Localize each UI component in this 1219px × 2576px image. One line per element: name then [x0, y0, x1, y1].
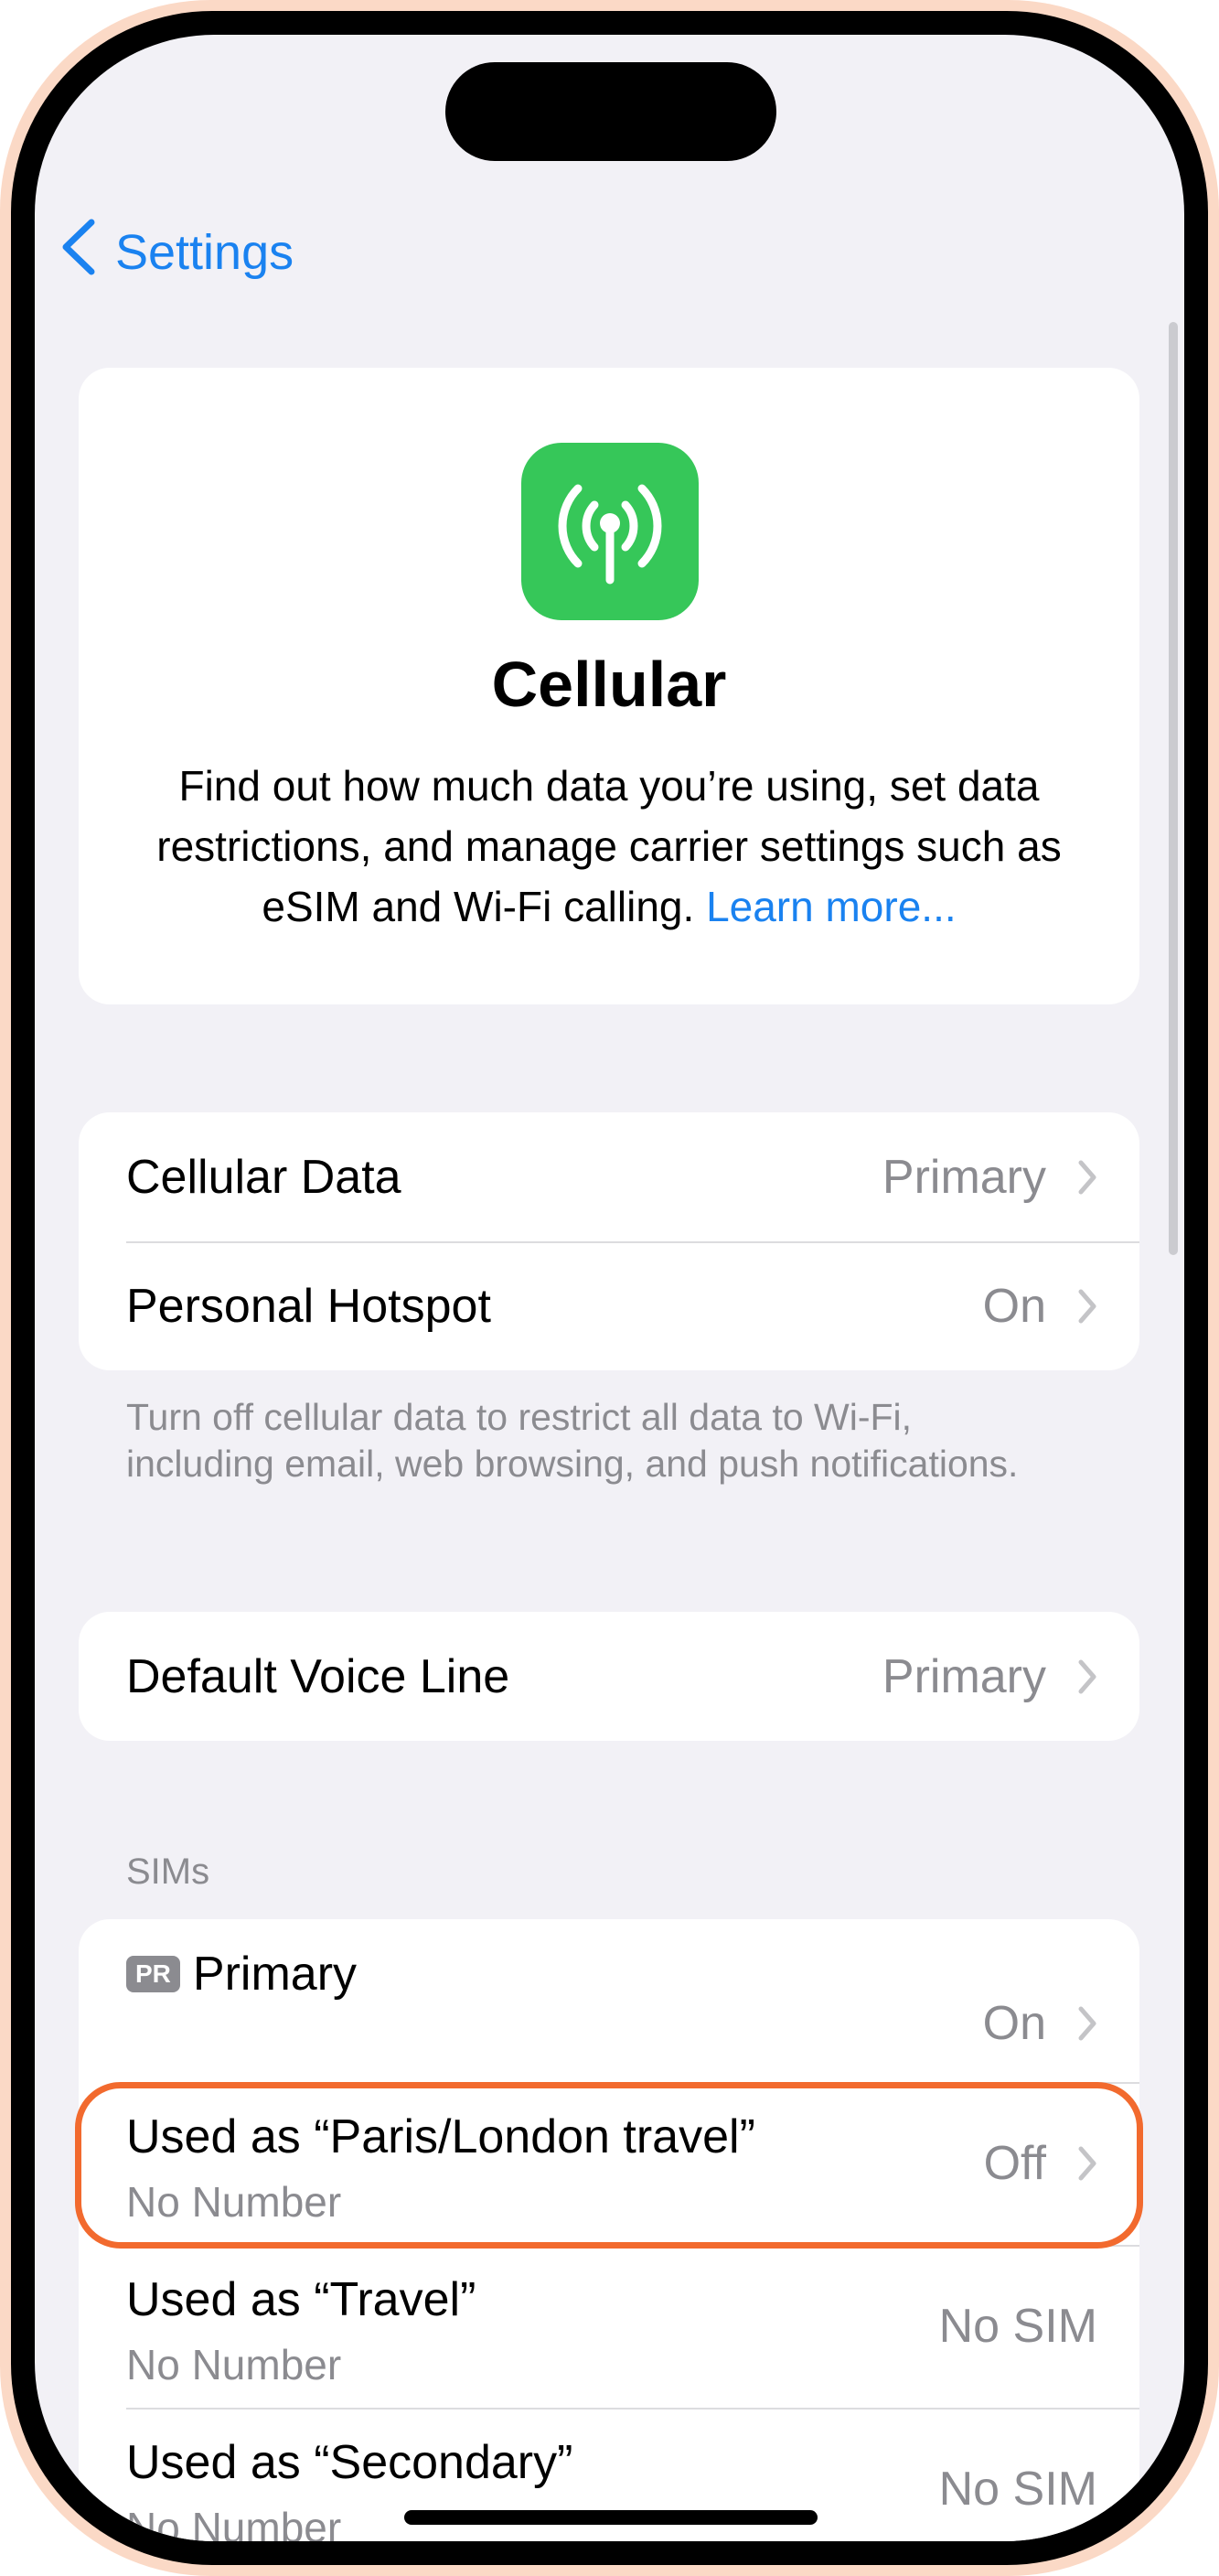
cellular-data-footnote: Turn off cellular data to restrict all d… — [126, 1396, 1019, 1485]
sim-label: Used as “Travel” — [126, 2273, 476, 2326]
sim-title: Used as “Travel” — [126, 2272, 476, 2327]
sim-number: No Number — [126, 2178, 342, 2226]
back-label: Settings — [115, 225, 294, 280]
row-label: Default Voice Line — [126, 1649, 510, 1703]
sim-label: Used as “Secondary” — [126, 2436, 573, 2489]
sim-right: Off — [984, 2082, 1097, 2245]
sim-badge: PR — [126, 1956, 180, 1992]
row-value: Primary — [882, 1150, 1046, 1204]
description: Find out how much data you’re using, set… — [124, 756, 1094, 937]
voice-line-group: Default Voice Line Primary — [79, 1612, 1139, 1741]
sim-title: Used as “Secondary” — [126, 2435, 572, 2490]
sim-right: No SIM — [939, 2408, 1097, 2541]
phone-frame: Settings Cellular Find out how much data… — [0, 0, 1219, 2576]
sim-row-travel[interactable]: Used as “Travel” No Number No SIM — [79, 2245, 1139, 2408]
sim-row-primary[interactable]: PR Primary On — [79, 1919, 1139, 2082]
cellular-data-row[interactable]: Cellular Data Primary — [79, 1112, 1139, 1241]
home-indicator[interactable] — [404, 2510, 818, 2525]
cellular-settings-group: Cellular Data Primary Personal Hotspot O… — [79, 1112, 1139, 1370]
scroll-indicator[interactable] — [1169, 322, 1178, 1255]
screen: Settings Cellular Find out how much data… — [35, 35, 1184, 2541]
sim-status: No SIM — [938, 2300, 1097, 2353]
sims-group: PR Primary On Used as “Paris/London trav… — [79, 1919, 1139, 2541]
chevron-right-icon — [1077, 2145, 1097, 2182]
default-voice-line-row[interactable]: Default Voice Line Primary — [79, 1612, 1139, 1741]
chevron-right-icon — [1077, 1288, 1097, 1325]
sim-right: No SIM — [939, 2245, 1097, 2408]
chevron-right-icon — [1077, 2005, 1097, 2042]
dynamic-island — [445, 62, 776, 161]
sim-status: Off — [983, 2137, 1046, 2190]
row-label: Cellular Data — [126, 1150, 401, 1204]
sim-row-paris-london-travel[interactable]: Used as “Paris/London travel” No Number … — [79, 2082, 1139, 2245]
row-value: Primary — [882, 1649, 1046, 1703]
sim-label: Primary — [192, 1948, 358, 2001]
phone-bezel: Settings Cellular Find out how much data… — [11, 11, 1208, 2565]
sim-title: Used as “Paris/London travel” — [126, 2109, 755, 2164]
sim-right: On — [983, 1965, 1097, 2082]
cellular-info-card: Cellular Find out how much data you’re u… — [79, 368, 1139, 1004]
sim-title: PR Primary — [126, 1947, 357, 2002]
sim-status: On — [982, 1997, 1046, 2050]
row-value: On — [982, 1279, 1046, 1333]
chevron-right-icon — [1077, 1658, 1097, 1695]
antenna-icon — [521, 443, 699, 620]
row-label: Personal Hotspot — [126, 1279, 491, 1333]
sim-number: No Number — [126, 2504, 342, 2541]
learn-more-link[interactable]: Learn more... — [706, 883, 957, 930]
sims-section-header: SIMs — [126, 1852, 210, 1892]
chevron-right-icon — [1077, 1159, 1097, 1196]
chevron-left-icon — [59, 217, 99, 289]
sim-status: No SIM — [938, 2463, 1097, 2516]
sim-number: No Number — [126, 2341, 342, 2388]
back-button[interactable]: Settings — [59, 216, 294, 289]
personal-hotspot-row[interactable]: Personal Hotspot On — [79, 1241, 1139, 1370]
sim-label: Used as “Paris/London travel” — [126, 2110, 755, 2163]
page-title: Cellular — [491, 649, 727, 720]
